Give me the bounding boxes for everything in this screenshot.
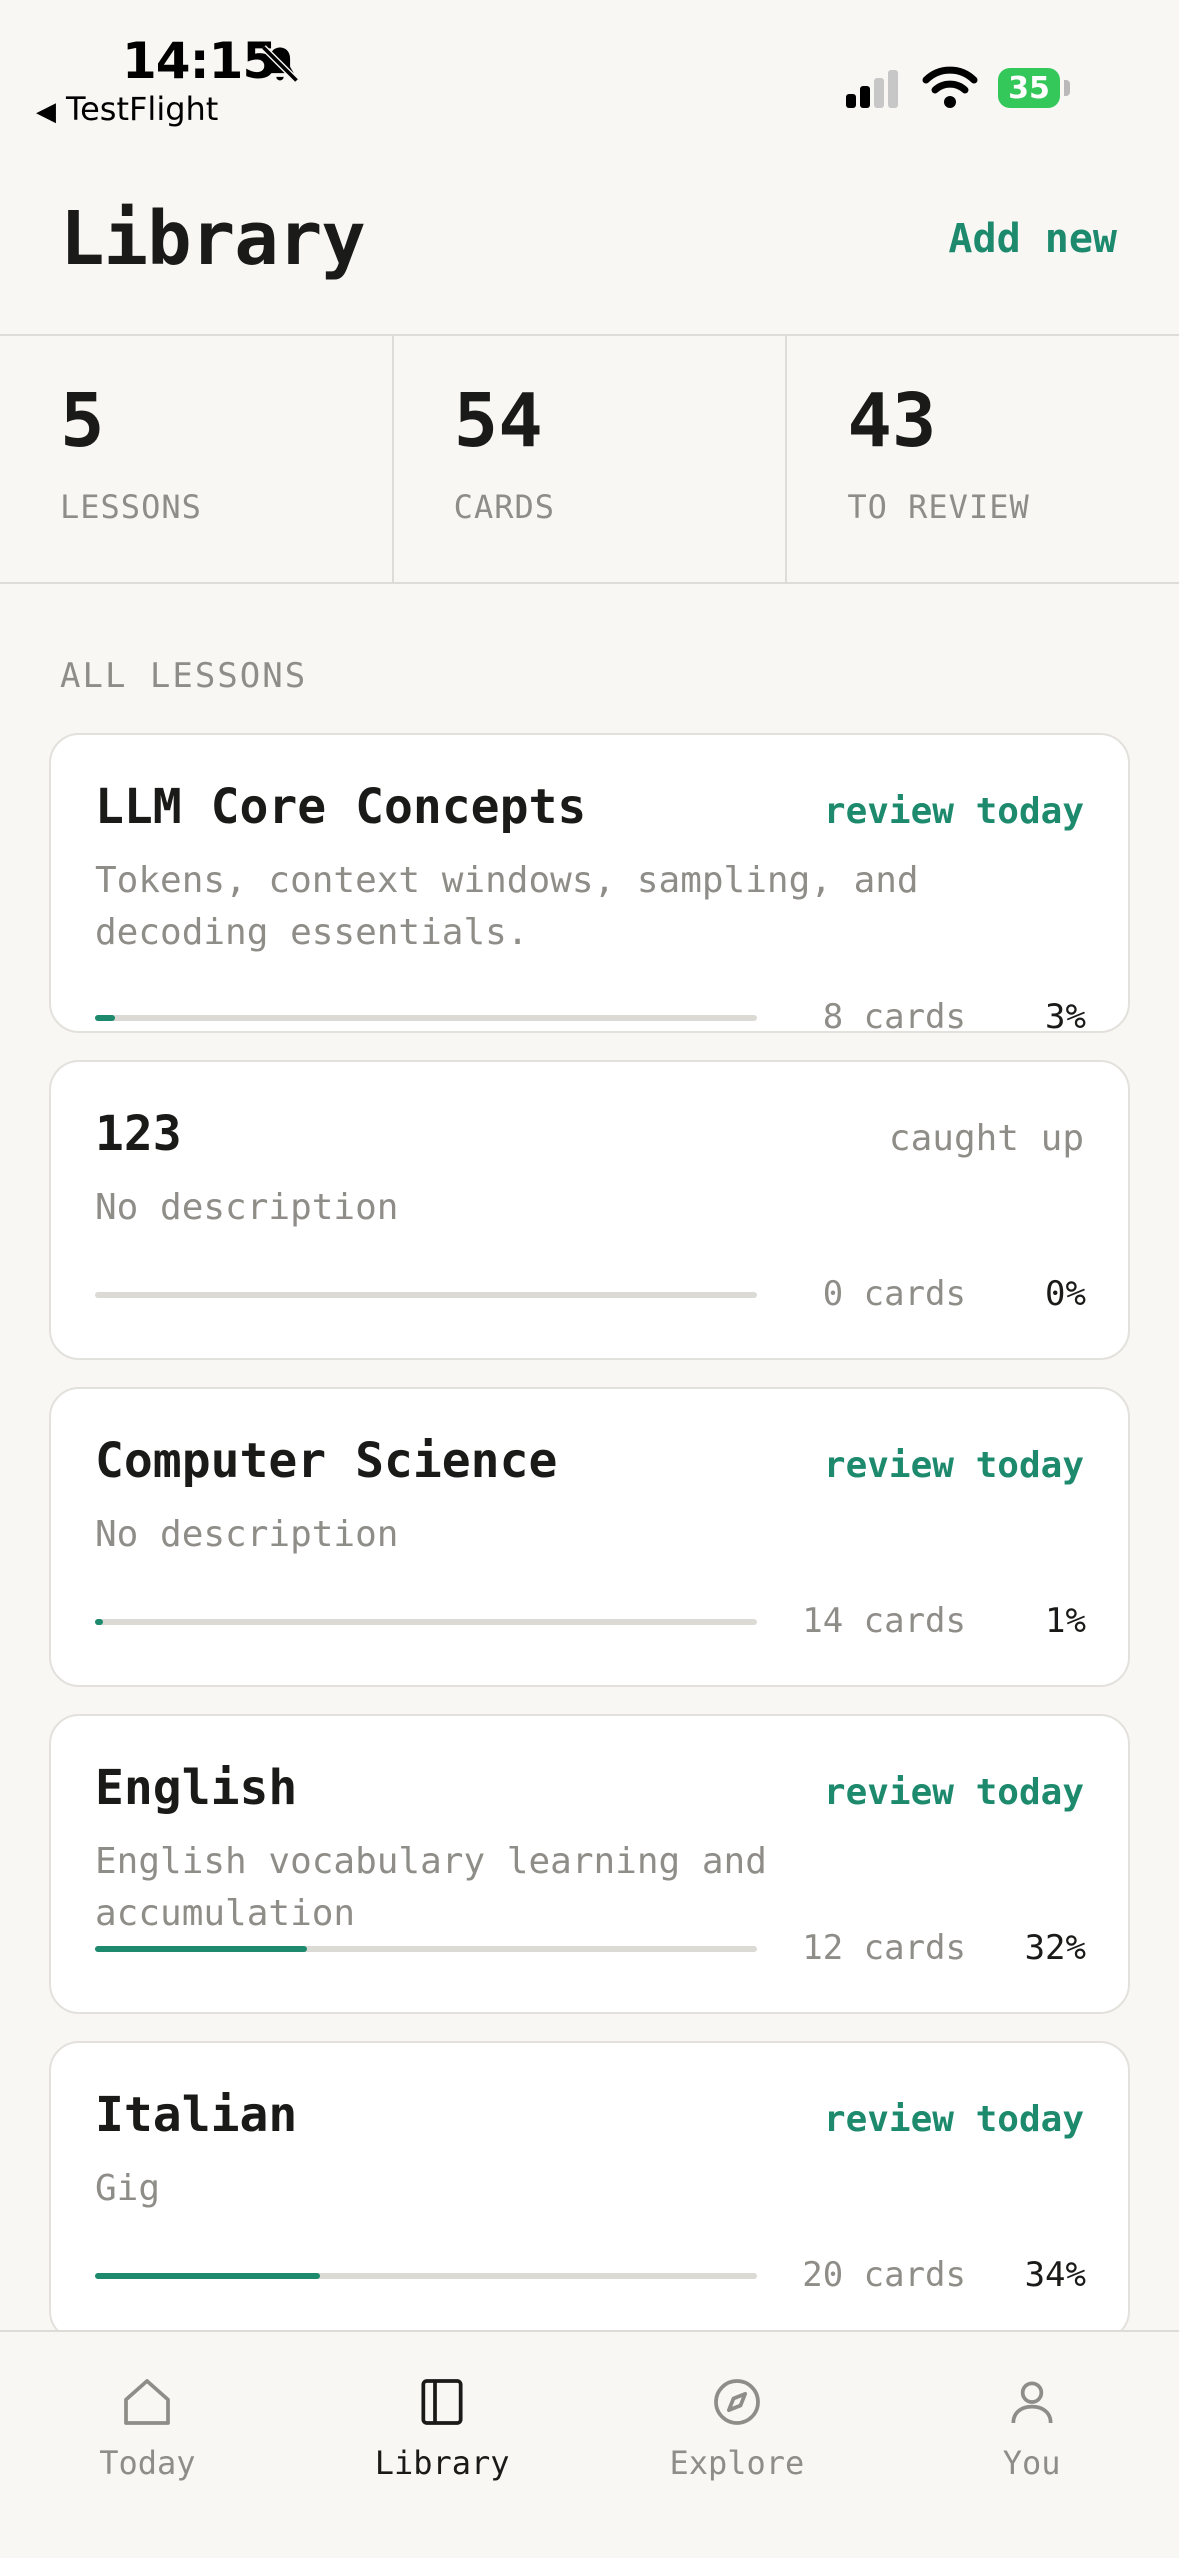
lesson-description: No description	[95, 1514, 399, 1555]
stat-value: 43	[847, 378, 937, 464]
lesson-title: English	[95, 1760, 298, 1816]
lesson-progress-bar	[95, 1619, 757, 1625]
lesson-percent: 34%	[1024, 2255, 1086, 2295]
stats-row: 5 LESSONS 54 CARDS 43 TO REVIEW	[0, 334, 1179, 584]
lesson-card-count: 12 cards	[802, 1928, 966, 1968]
lesson-title: LLM Core Concepts	[95, 779, 587, 835]
tab-explore[interactable]: Explore	[590, 2332, 885, 2558]
tab-label: Today	[99, 2444, 196, 2482]
status-time: 14:15	[122, 32, 277, 90]
lesson-status: review today	[823, 2099, 1084, 2140]
lesson-card[interactable]: LLM Core Concepts review today Tokens, c…	[49, 733, 1130, 1037]
person-icon	[1011, 2381, 1053, 2424]
lesson-list: LLM Core Concepts review today Tokens, c…	[49, 733, 1130, 2368]
stat-lessons: 5 LESSONS	[0, 336, 394, 582]
cellular-signal-icon	[846, 70, 902, 114]
battery-cap	[1064, 80, 1070, 96]
tab-bar: Today Library Explore You	[0, 2330, 1179, 2558]
lesson-title: 123	[95, 1106, 182, 1162]
back-app-label: TestFlight	[66, 90, 219, 128]
tab-label: Library	[374, 2444, 510, 2482]
lesson-card[interactable]: Computer Science review today No descrip…	[49, 1387, 1130, 1687]
compass-icon	[714, 2379, 760, 2425]
stat-label: TO REVIEW	[847, 488, 1030, 526]
lesson-progress-fill	[95, 1946, 307, 1952]
book-icon	[421, 2379, 463, 2425]
lesson-percent: 32%	[1024, 1928, 1086, 1968]
bell-slash-icon	[258, 42, 302, 90]
lesson-description: Gig	[95, 2168, 161, 2209]
lesson-card[interactable]: English review today English vocabulary …	[49, 1714, 1130, 2014]
tab-you[interactable]: You	[884, 2332, 1179, 2558]
tab-label: You	[1002, 2444, 1061, 2482]
lesson-progress-fill	[95, 2273, 321, 2279]
stat-label: LESSONS	[60, 488, 202, 526]
lesson-progress-bar	[95, 2273, 757, 2279]
lesson-description: English vocabulary learning and accumula…	[95, 1841, 767, 1934]
lesson-card[interactable]: 123 caught up No description 0 cards 0%	[49, 1060, 1130, 1360]
lesson-description: Tokens, context windows, sampling, and d…	[95, 860, 919, 953]
lesson-progress-fill	[95, 1619, 103, 1625]
stat-to-review: 43 TO REVIEW	[787, 336, 1179, 582]
page-title: Library	[60, 196, 366, 282]
back-triangle-icon: ◀	[36, 97, 56, 127]
stat-cards: 54 CARDS	[394, 336, 788, 582]
lesson-percent: 0%	[1045, 1274, 1086, 1314]
stat-value: 54	[453, 378, 543, 464]
stat-label: CARDS	[453, 488, 555, 526]
section-label: ALL LESSONS	[60, 656, 308, 696]
stat-value: 5	[60, 378, 105, 464]
lesson-card-count: 0 cards	[822, 1274, 966, 1314]
lesson-progress-bar	[95, 1015, 757, 1021]
lesson-status: review today	[823, 1445, 1084, 1486]
lesson-title: Italian	[95, 2087, 298, 2143]
lesson-progress-bar	[95, 1946, 757, 1952]
home-icon	[124, 2379, 171, 2425]
lesson-status: review today	[823, 1772, 1084, 1813]
lesson-status: review today	[823, 791, 1084, 832]
lesson-card-count: 20 cards	[802, 2255, 966, 2295]
tab-today[interactable]: Today	[0, 2332, 295, 2558]
lesson-status: caught up	[888, 1118, 1084, 1159]
add-new-button[interactable]: Add new	[948, 216, 1117, 262]
lesson-card-count: 14 cards	[802, 1601, 966, 1641]
lesson-percent: 3%	[1045, 997, 1086, 1037]
lesson-card-count: 8 cards	[822, 997, 966, 1037]
lesson-description: No description	[95, 1187, 399, 1228]
lesson-percent: 1%	[1045, 1601, 1086, 1641]
lesson-progress-bar	[95, 1292, 757, 1298]
wifi-icon	[922, 64, 978, 114]
status-bar: 14:15 ◀ TestFlight 35	[0, 0, 1179, 140]
tab-library[interactable]: Library	[295, 2332, 590, 2558]
lesson-card[interactable]: Italian review today Gig 20 cards 34%	[49, 2041, 1130, 2341]
tab-label: Explore	[669, 2444, 805, 2482]
lesson-title: Computer Science	[95, 1433, 558, 1489]
back-to-app-link[interactable]: ◀ TestFlight	[36, 90, 218, 128]
battery-level: 35	[998, 68, 1060, 108]
lesson-progress-fill	[95, 1015, 115, 1021]
